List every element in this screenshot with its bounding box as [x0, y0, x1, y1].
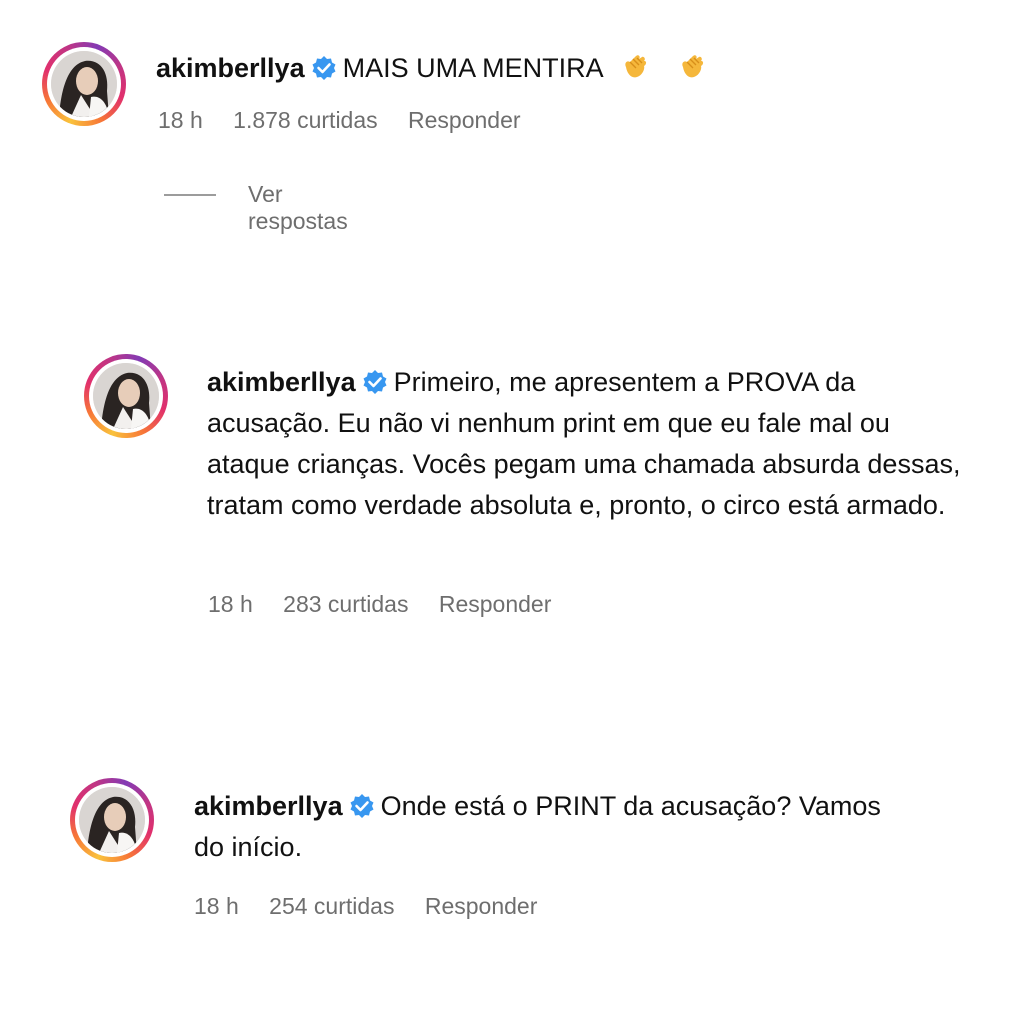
comment-time: 18 h [208, 591, 253, 617]
avatar[interactable] [70, 778, 154, 862]
comment-meta: 18 h 254 curtidas Responder [194, 893, 561, 920]
comment-time: 18 h [158, 107, 203, 133]
comment-time: 18 h [194, 893, 239, 919]
verified-badge-icon [312, 56, 336, 80]
reply-button[interactable]: Responder [439, 591, 552, 617]
avatar-photo [93, 363, 159, 429]
verified-badge-icon [363, 370, 387, 394]
username[interactable]: akimberllya [194, 791, 343, 821]
like-count[interactable]: 254 curtidas [269, 893, 394, 919]
username[interactable]: akimberllya [207, 367, 356, 397]
reply-button[interactable]: Responder [408, 107, 521, 133]
username[interactable]: akimberllya [156, 53, 305, 83]
like-count[interactable]: 283 curtidas [283, 591, 408, 617]
reply-button[interactable]: Responder [425, 893, 538, 919]
like-count[interactable]: 1.878 curtidas [233, 107, 377, 133]
comment-body: akimberllya Primeiro, me apresentem a PRO… [207, 362, 977, 526]
comment-meta: 18 h 283 curtidas Responder [208, 591, 575, 618]
avatar[interactable] [42, 42, 126, 126]
replies-divider [164, 194, 216, 196]
avatar-photo [51, 51, 117, 117]
verified-badge-icon [350, 794, 374, 818]
avatar[interactable] [84, 354, 168, 438]
view-replies-button[interactable]: Ver respostas [248, 181, 348, 235]
comment-body: akimberllya Onde está o PRINT da acusação… [194, 786, 894, 868]
comment-body: akimberllya MAIS UMA MENTIRA [156, 48, 976, 89]
clapping-hands-icon [625, 55, 646, 78]
comment-text: MAIS UMA MENTIRA [342, 53, 603, 83]
clapping-hands-icon [682, 55, 704, 78]
avatar-photo [79, 787, 145, 853]
comment-meta: 18 h 1.878 curtidas Responder [158, 107, 545, 134]
